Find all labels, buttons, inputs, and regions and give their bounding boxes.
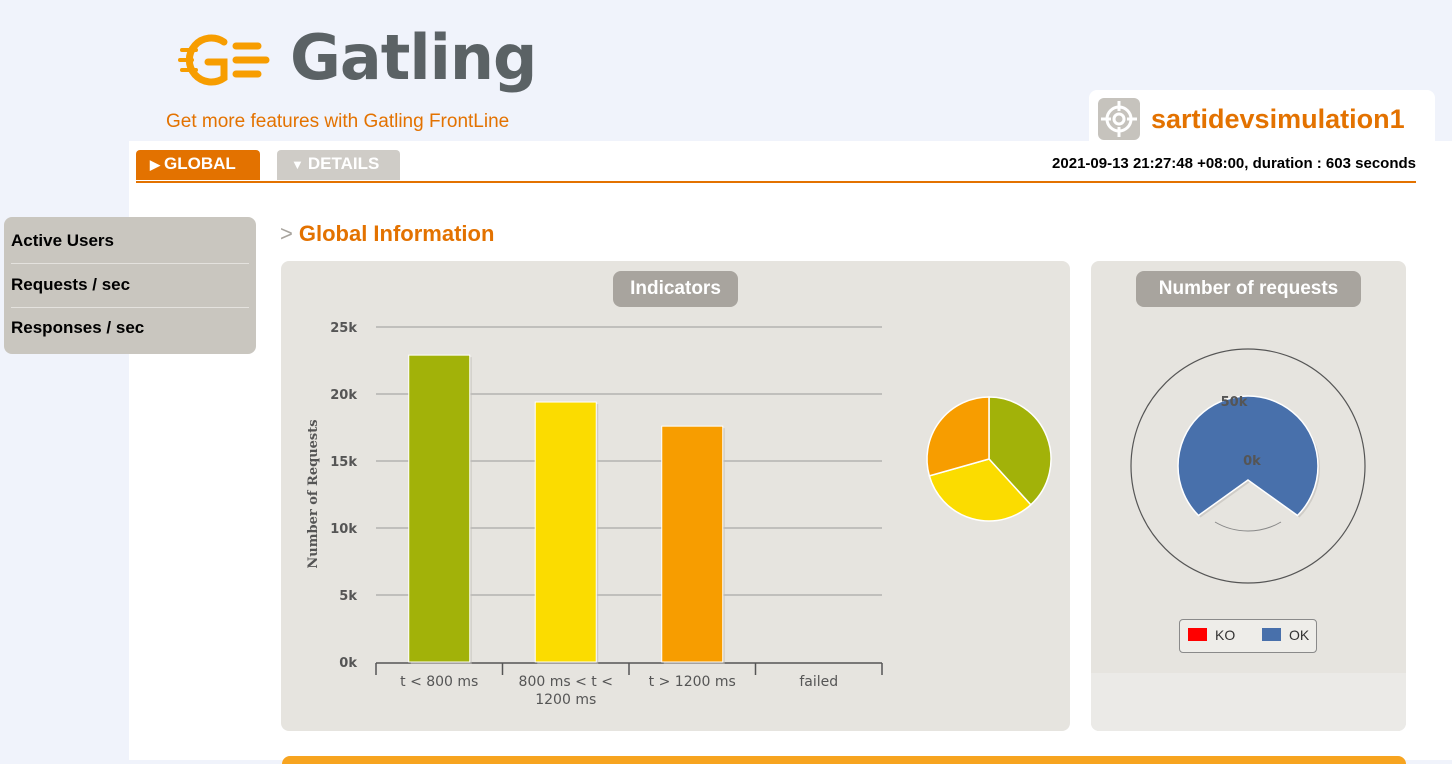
section-title: > Global Information [280,221,494,247]
requests-gauge-chart: 0k 50k [1130,348,1366,584]
sidebar-item-requests-sec[interactable]: Requests / sec [11,261,249,304]
y-axis-label: Number of Requests [306,419,321,568]
next-section-bar [282,756,1406,764]
sidebar-item-responses-sec[interactable]: Responses / sec [11,304,249,347]
gauge-tick-label: 50k [1221,395,1248,410]
x-tick-label: t > 1200 ms [649,674,736,690]
x-tick-label: 800 ms < t < [519,674,613,690]
indicators-chart: 0k 5k 10k 15k 20k 25k Number of Requests t < 80… [306,321,1052,708]
logo-text: Gatling [290,21,537,94]
sidebar-item-active-users[interactable]: Active Users [11,217,249,260]
gauge-tick-label: 0k [1243,454,1261,469]
y-tick-label: 5k [339,589,357,604]
sidebar-menu: Active Users Requests / sec Responses / … [4,217,256,354]
tab-global-label: GLOBAL [164,154,236,173]
legend-swatch-ko [1188,628,1207,641]
tab-underline [136,181,1416,183]
caret-down-icon: ▼ [291,157,304,172]
panel-footer [1091,673,1406,731]
legend-label-ok: OK [1289,627,1310,643]
y-tick-label: 10k [330,522,357,537]
tab-details[interactable]: ▼ DETAILS [277,150,400,180]
chevron-right-icon: > [280,221,293,246]
simulation-name: sartidevsimulation1 [1151,104,1405,134]
y-tick-label: 15k [330,455,357,470]
gatling-logo: Gatling [178,22,537,94]
caret-right-icon: ▶ [150,157,160,172]
y-tick-label: 0k [339,656,357,671]
tab-global[interactable]: ▶ GLOBAL [136,150,260,180]
x-tick-label: t < 800 ms [400,674,478,690]
x-tick-label: 1200 ms [535,692,596,708]
legend-label-ko: KO [1215,627,1236,643]
y-tick-label: 25k [330,321,357,336]
requests-panel: Number of requests 0k 50k KO OK [1091,261,1406,731]
target-icon [1098,98,1140,140]
gatling-logo-icon [178,34,270,86]
bar-1 [534,401,597,663]
legend-item-ok[interactable]: OK [1262,627,1309,643]
tab-details-label: DETAILS [307,154,380,173]
legend-item-ko[interactable]: KO [1188,627,1235,643]
bar-0 [408,354,471,663]
frontline-link[interactable]: Get more features with Gatling FrontLine [166,111,509,133]
legend-swatch-ok [1262,628,1281,641]
gauge-pane [1214,521,1282,532]
requests-legend: KO OK [1179,619,1317,653]
bar-2 [661,425,724,663]
x-tick-label: failed [799,674,838,690]
y-tick-label: 20k [330,388,357,403]
run-info: 2021-09-13 21:27:48 +08:00, duration : 6… [1052,155,1416,172]
section-title-text: Global Information [298,221,495,246]
indicators-panel: Indicators 0k 5k 10k 15k 20k 25k Number of Req… [281,261,1070,731]
